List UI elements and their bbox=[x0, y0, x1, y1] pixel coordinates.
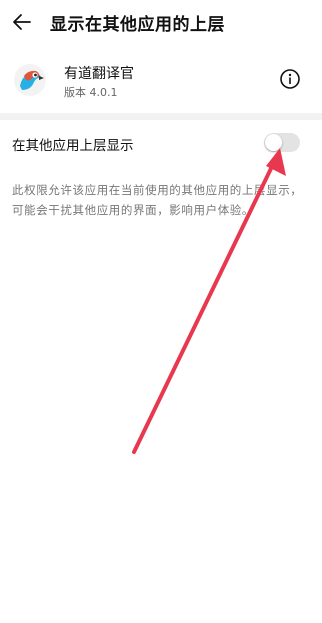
info-icon bbox=[280, 69, 300, 89]
section-divider bbox=[0, 113, 322, 120]
overlay-permission-page: 显示在其他应用的上层 有道翻译官 版本 4.0.1 在其他应用上层显示 此权限允… bbox=[0, 0, 322, 623]
app-info-row: 有道翻译官 版本 4.0.1 bbox=[0, 54, 322, 106]
toggle-knob bbox=[265, 134, 282, 151]
page-title: 显示在其他应用的上层 bbox=[50, 15, 225, 35]
youdao-translator-app-icon bbox=[14, 64, 46, 96]
back-arrow-icon bbox=[13, 14, 31, 30]
app-info-button[interactable] bbox=[279, 68, 301, 90]
overlay-setting-row[interactable]: 在其他应用上层显示 bbox=[0, 124, 322, 162]
permission-description: 此权限允许该应用在当前使用的其他应用的上层显示，可能会干扰其他应用的界面，影响用… bbox=[12, 183, 303, 217]
back-button[interactable] bbox=[10, 10, 34, 34]
app-name: 有道翻译官 bbox=[64, 66, 134, 82]
overlay-toggle[interactable] bbox=[264, 133, 300, 152]
header: 显示在其他应用的上层 bbox=[0, 0, 322, 44]
app-version: 版本 4.0.1 bbox=[64, 86, 118, 99]
setting-label: 在其他应用上层显示 bbox=[12, 138, 134, 154]
